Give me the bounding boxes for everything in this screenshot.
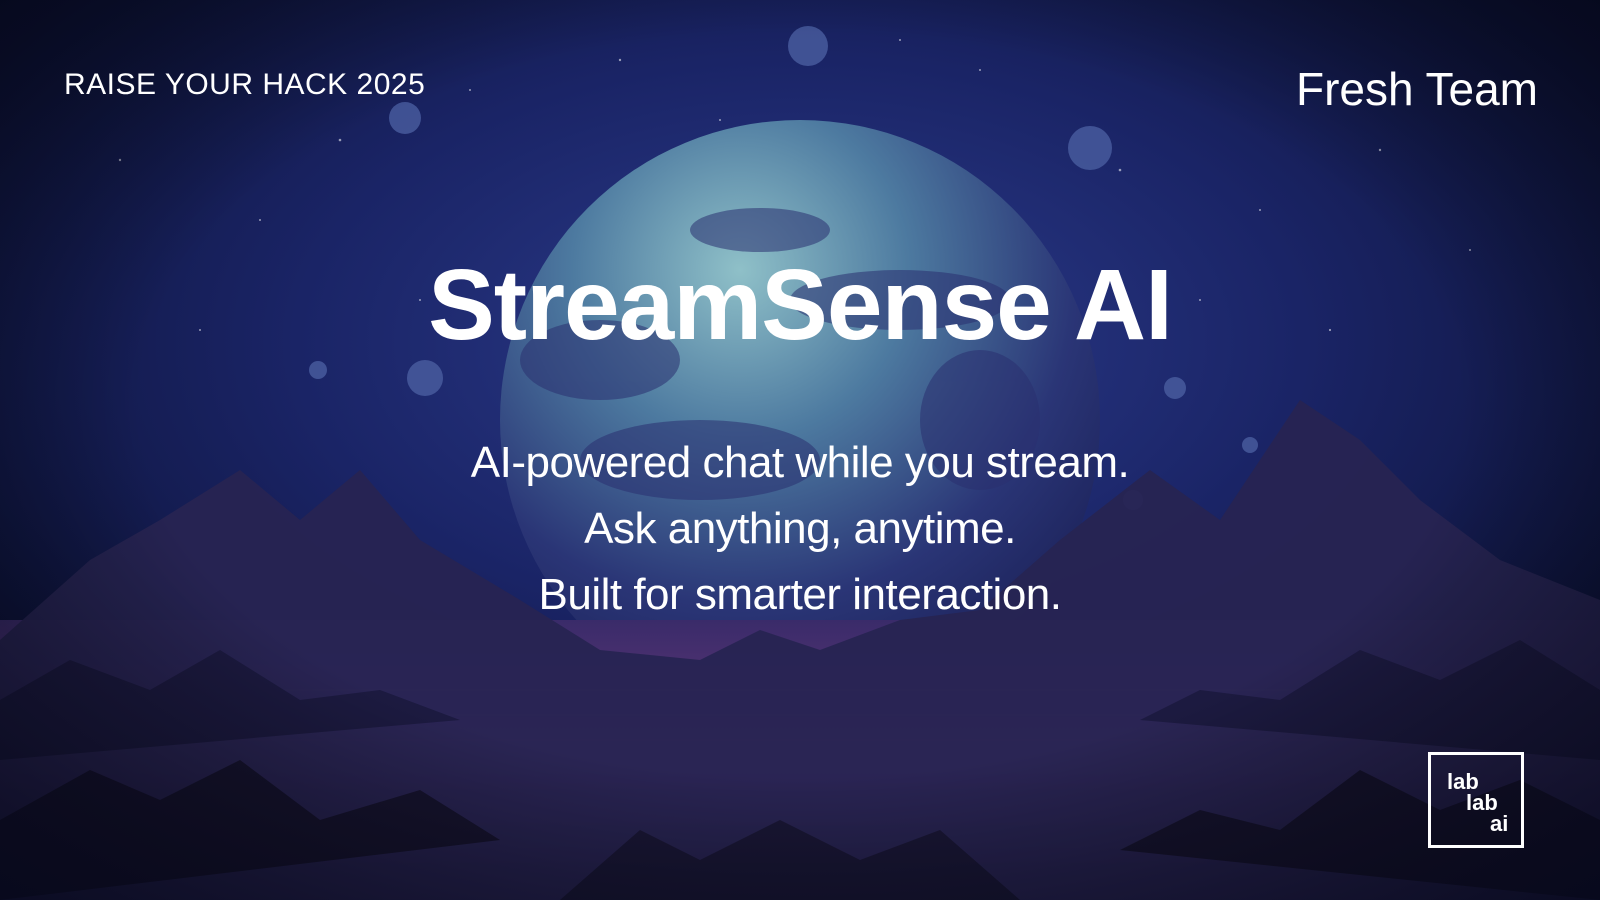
tagline: AI-powered chat while you stream. Ask an… bbox=[0, 430, 1600, 628]
logo-text: lab bbox=[1447, 769, 1479, 794]
logo-text: lab bbox=[1466, 790, 1498, 815]
slide-title: StreamSense AI bbox=[428, 249, 1173, 361]
tagline-line: Built for smarter interaction. bbox=[538, 570, 1062, 619]
event-label: RAISE YOUR HACK 2025 bbox=[64, 68, 426, 101]
title-slide: RAISE YOUR HACK 2025 Fresh Team StreamSe… bbox=[0, 0, 1600, 900]
lablab-logo: lab lab ai bbox=[1428, 752, 1524, 848]
tagline-line: AI-powered chat while you stream. bbox=[470, 438, 1130, 487]
tagline-line: Ask anything, anytime. bbox=[584, 504, 1016, 553]
team-label: Fresh Team bbox=[1295, 63, 1538, 115]
logo-text: ai bbox=[1490, 811, 1509, 836]
